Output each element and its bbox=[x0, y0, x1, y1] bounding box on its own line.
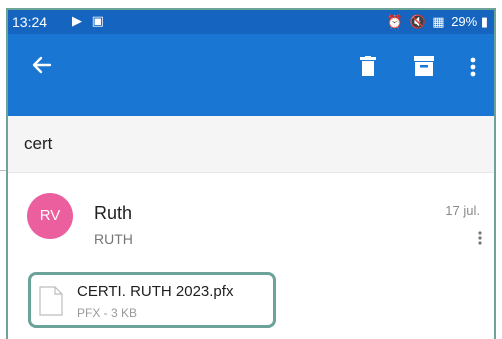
attachment-file-name: CERTI. RUTH 2023.pfx bbox=[77, 283, 234, 300]
battery-percent: 29% bbox=[451, 14, 478, 29]
status-bar: 13:24 ▶ ▣ ⏰ 🔇 ▦ 29% ▮ bbox=[8, 10, 494, 34]
back-arrow-icon[interactable] bbox=[30, 54, 52, 81]
email-subject: cert bbox=[24, 134, 53, 153]
email-date: 17 jul. bbox=[445, 203, 480, 218]
trash-icon[interactable] bbox=[360, 56, 376, 81]
sender-row[interactable]: RV Ruth RUTH 17 jul. bbox=[8, 173, 494, 268]
mute-icon: 🔇 bbox=[409, 14, 426, 29]
attachment-file-meta: PFX - 3 KB bbox=[77, 306, 138, 320]
attachment-card[interactable]: CERTI. RUTH 2023.pfx PFX - 3 KB bbox=[28, 272, 276, 328]
play-notification-icon: ▶ bbox=[72, 13, 82, 28]
sender-avatar[interactable]: RV bbox=[27, 193, 73, 239]
notification-icons: ▶ ▣ bbox=[72, 13, 104, 29]
archive-icon[interactable] bbox=[414, 56, 434, 81]
status-time: 13:24 bbox=[12, 14, 48, 30]
sender-address: RUTH bbox=[94, 231, 133, 247]
file-icon bbox=[39, 286, 63, 321]
more-vertical-icon[interactable] bbox=[470, 57, 476, 82]
alarm-icon: ⏰ bbox=[386, 14, 403, 29]
phone-screen: 13:24 ▶ ▣ ⏰ 🔇 ▦ 29% ▮ cert RV Ruth RUTH … bbox=[6, 8, 496, 339]
message-more-icon[interactable] bbox=[478, 231, 482, 250]
battery-icon: ▮ bbox=[480, 14, 488, 29]
app-toolbar bbox=[8, 34, 494, 116]
subject-bar: cert bbox=[8, 116, 494, 173]
image-notification-icon: ▣ bbox=[91, 13, 104, 28]
system-icons: ⏰ 🔇 ▦ 29% ▮ bbox=[387, 14, 488, 30]
sender-name: Ruth bbox=[94, 203, 133, 223]
signal-icon: ▦ bbox=[432, 14, 445, 29]
